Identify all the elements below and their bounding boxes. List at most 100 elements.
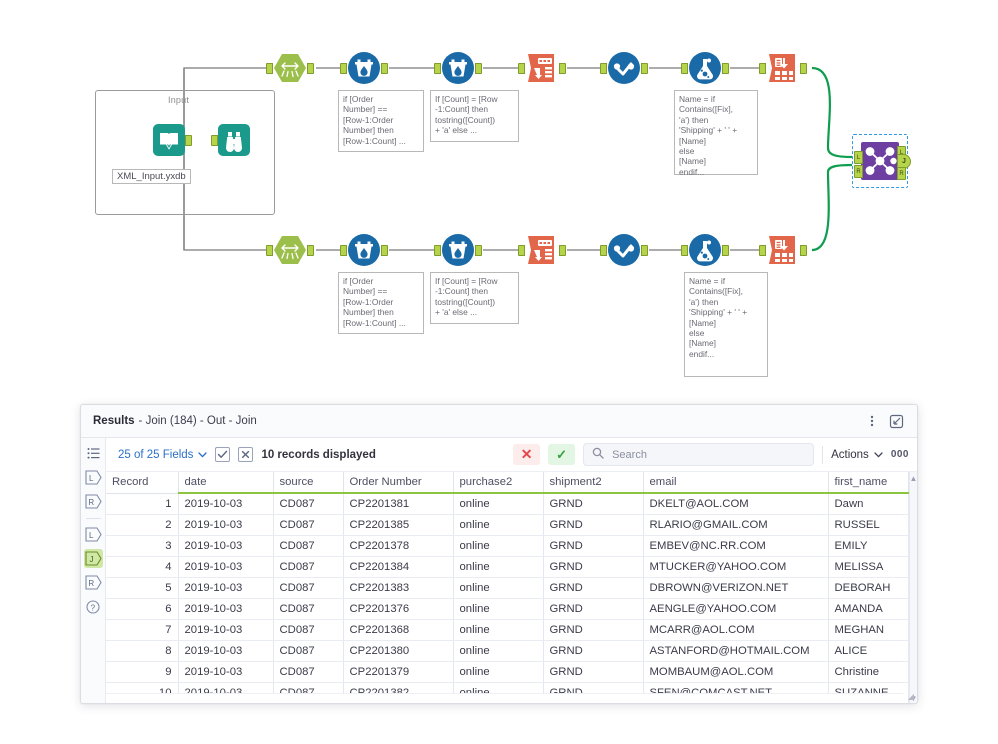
anchor-in-browse[interactable] (211, 135, 218, 146)
rail-btn-all-fields-list[interactable] (84, 444, 103, 463)
cell-source[interactable]: CD087 (273, 661, 344, 683)
cell-email[interactable]: DBROWN@VERIZON.NET (643, 577, 829, 599)
cell-record[interactable]: 9 (106, 661, 179, 683)
cell-date[interactable]: 2019-10-03 (178, 661, 274, 683)
table-row[interactable]: 9 2019-10-03 CD087 CP2201379 online GRND MOMBA… (106, 661, 909, 683)
cell-source[interactable]: CD087 (273, 535, 344, 557)
more-vertical-icon[interactable] (861, 410, 883, 432)
cell-order-number[interactable]: CP2201385 (343, 514, 454, 536)
cell-purchase2[interactable]: online (453, 619, 544, 641)
anchor-out-mrf-bottom-2[interactable] (475, 245, 482, 256)
tool-formula-top[interactable] (681, 51, 729, 85)
rail-btn-output-join[interactable]: J (83, 549, 103, 568)
cell-purchase2[interactable]: online (453, 556, 544, 578)
cell-purchase2[interactable]: online (453, 514, 544, 536)
cell-purchase2[interactable]: online (453, 598, 544, 620)
anchor-in-transpose-top[interactable] (759, 63, 766, 74)
cell-source[interactable]: CD087 (273, 556, 344, 578)
anchor-in-sample-bottom[interactable] (266, 245, 273, 256)
anchor-out-filter-top[interactable] (641, 63, 648, 74)
table-row[interactable]: 5 2019-10-03 CD087 CP2201383 online GRND DBROW… (106, 577, 909, 599)
cell-purchase2[interactable]: online (453, 493, 544, 515)
table-row[interactable]: 8 2019-10-03 CD087 CP2201380 online GRND ASTAN… (106, 640, 909, 662)
anchor-in-crosstab-top[interactable] (518, 63, 525, 74)
cell-source[interactable]: CD087 (273, 577, 344, 599)
anchor-out-formula-top[interactable] (722, 63, 729, 74)
anchor-out-crosstab-top[interactable] (559, 63, 566, 74)
cell-shipment2[interactable]: GRND (543, 556, 644, 578)
cell-first-name[interactable]: Christine (828, 661, 909, 683)
rail-btn-help[interactable]: ? (84, 597, 103, 616)
anchor-in-crosstab-bottom[interactable] (518, 245, 525, 256)
cell-order-number[interactable]: CP2201379 (343, 661, 454, 683)
anchor-out-sample-top[interactable] (307, 63, 314, 74)
table-row[interactable]: 6 2019-10-03 CD087 CP2201376 online GRND AENGL… (106, 598, 909, 620)
cell-order-number[interactable]: CP2201376 (343, 598, 454, 620)
cell-first-name[interactable]: DEBORAH (828, 577, 909, 599)
resize-grip[interactable]: ◢ (908, 692, 914, 701)
tool-transpose-bottom[interactable] (759, 233, 807, 267)
tool-transpose-top[interactable] (759, 51, 807, 85)
cell-date[interactable]: 2019-10-03 (178, 577, 274, 599)
search-input[interactable] (610, 447, 806, 462)
cell-source[interactable]: CD087 (273, 640, 344, 662)
cell-shipment2[interactable]: GRND (543, 640, 644, 662)
anchor-in-mrf-top-1[interactable] (340, 63, 347, 74)
table-row[interactable]: 4 2019-10-03 CD087 CP2201384 online GRND MTUCK… (106, 556, 909, 578)
results-side-rail[interactable]: L R L J R ? (81, 438, 106, 703)
col-header-source[interactable]: source (273, 472, 344, 494)
anchor-in-formula-bottom[interactable] (681, 245, 688, 256)
cell-record[interactable]: 4 (106, 556, 179, 578)
cell-purchase2[interactable]: online (453, 577, 544, 599)
col-header-date[interactable]: date (178, 472, 274, 494)
vertical-scrollbar[interactable]: ▲ ▼ (908, 472, 918, 703)
cell-email[interactable]: EMBEV@NC.RR.COM (643, 535, 829, 557)
cell-date[interactable]: 2019-10-03 (178, 598, 274, 620)
anchor-in-filter-bottom[interactable] (600, 245, 607, 256)
anchor-out-mrf-top-1[interactable] (381, 63, 388, 74)
tool-input-data[interactable] (152, 123, 192, 157)
cell-record[interactable]: 1 (106, 493, 179, 515)
cell-order-number[interactable]: CP2201384 (343, 556, 454, 578)
rail-btn-output-left[interactable]: L (84, 525, 103, 544)
tool-crosstab-top[interactable] (518, 51, 566, 85)
cell-record[interactable]: 8 (106, 640, 179, 662)
rail-btn-input-right[interactable]: R (84, 492, 103, 511)
cell-source[interactable]: CD087 (273, 514, 344, 536)
tool-sample-top[interactable] (266, 51, 314, 85)
anchor-in-mrf-bottom-2[interactable] (434, 245, 441, 256)
tool-formula-bottom[interactable] (681, 233, 729, 267)
cell-date[interactable]: 2019-10-03 (178, 493, 274, 515)
tool-multirow-formula-top-1[interactable] (340, 51, 388, 85)
scroll-track[interactable] (910, 484, 918, 694)
cell-source[interactable]: CD087 (273, 598, 344, 620)
col-header-purchase2[interactable]: purchase2 (453, 472, 544, 494)
cell-record[interactable]: 7 (106, 619, 179, 641)
table-row[interactable]: 7 2019-10-03 CD087 CP2201368 online GRND MCARR… (106, 619, 909, 641)
cancel-button[interactable]: ✕ (513, 444, 541, 465)
cell-order-number[interactable]: CP2201378 (343, 535, 454, 557)
cell-shipment2[interactable]: GRND (543, 661, 644, 683)
cell-email[interactable]: AENGLE@YAHOO.COM (643, 598, 829, 620)
results-toolbar[interactable]: 25 of 25 Fields 10 records displayed ✕ ✓… (106, 438, 917, 472)
anchor-in-filter-top[interactable] (600, 63, 607, 74)
cell-first-name[interactable]: EMILY (828, 535, 909, 557)
tool-sample-bottom[interactable] (266, 233, 314, 267)
results-panel[interactable]: Results - Join (184) - Out - Join L R L … (80, 404, 918, 704)
cell-order-number[interactable]: CP2201368 (343, 619, 454, 641)
cell-date[interactable]: 2019-10-03 (178, 556, 274, 578)
cell-source[interactable]: CD087 (273, 493, 344, 515)
cell-email[interactable]: MTUCKER@YAHOO.COM (643, 556, 829, 578)
cell-source[interactable]: CD087 (273, 619, 344, 641)
cell-date[interactable]: 2019-10-03 (178, 535, 274, 557)
anchor-out-transpose-bottom[interactable] (800, 245, 807, 256)
anchor-in-sample-top[interactable] (266, 63, 273, 74)
rail-btn-output-right[interactable]: R (84, 573, 103, 592)
anchor-in-transpose-bottom[interactable] (759, 245, 766, 256)
anchor-out-mrf-bottom-1[interactable] (381, 245, 388, 256)
anchor-in-mrf-top-2[interactable] (434, 63, 441, 74)
table-row[interactable]: 2 2019-10-03 CD087 CP2201385 online GRND RLARI… (106, 514, 909, 536)
col-header-order-number[interactable]: Order Number (343, 472, 454, 494)
tool-multirow-formula-top-2[interactable] (434, 51, 482, 85)
cell-email[interactable]: MOMBAUM@AOL.COM (643, 661, 829, 683)
